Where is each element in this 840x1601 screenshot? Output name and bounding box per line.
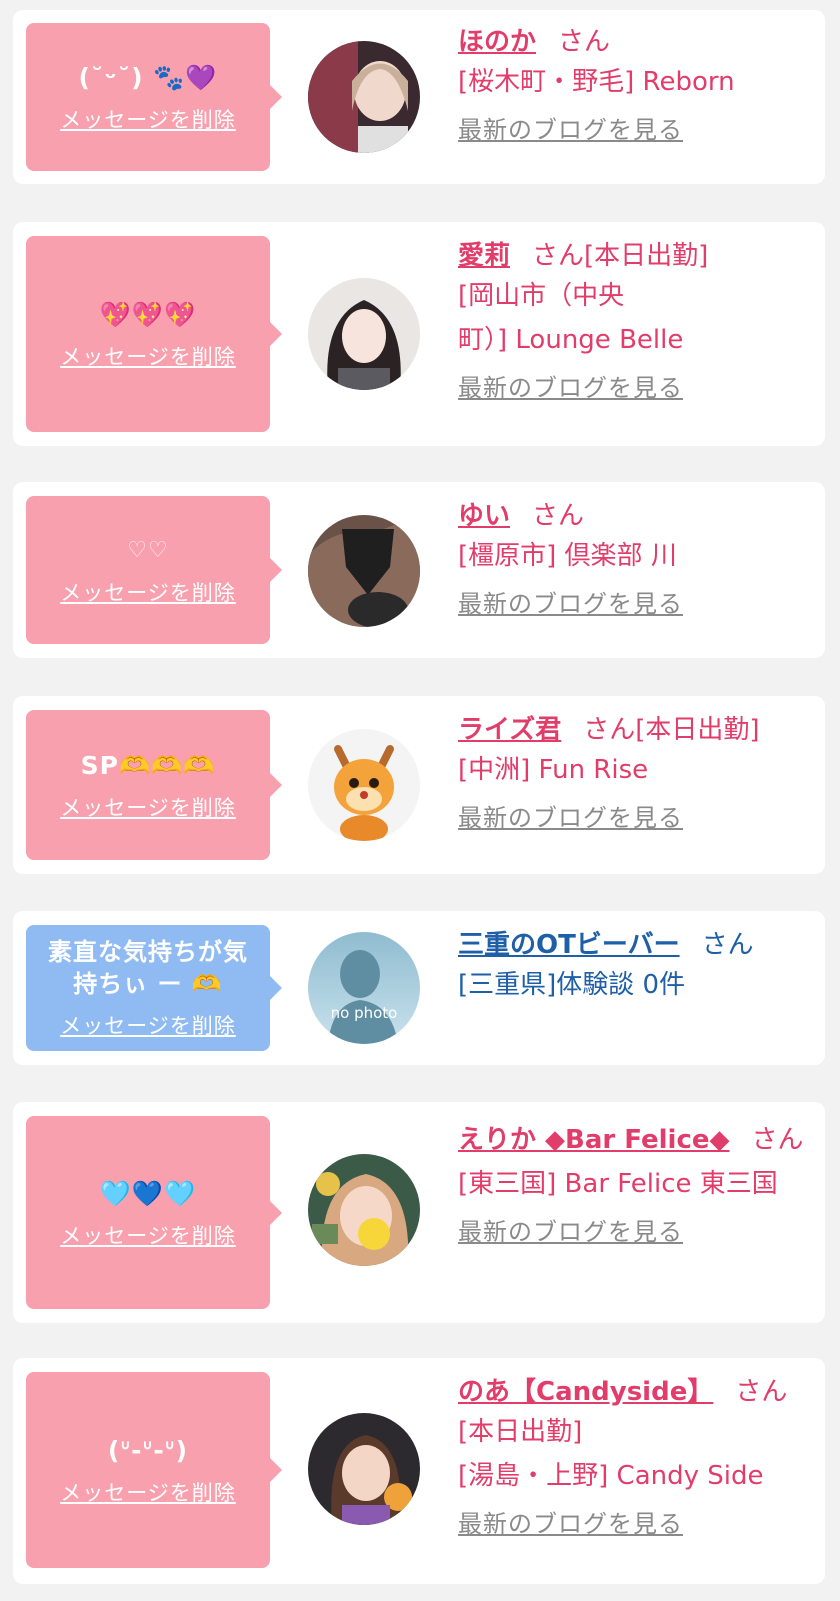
user-name-link[interactable]: 愛莉 bbox=[458, 241, 510, 271]
message-bubble: ♡♡ メッセージを削除 bbox=[26, 496, 282, 644]
list-item: (ᐡ-ᐡ-ᐡ) メッセージを削除 のあ【Candyside】 さん [本日出勤] … bbox=[13, 1358, 825, 1584]
delete-message-link[interactable]: メッセージを削除 bbox=[60, 577, 236, 607]
shop-info: [三重県]体験談 0件 bbox=[458, 970, 686, 1000]
list-item: 💖💖💖 メッセージを削除 愛莉 さん[本日出勤] [岡山市（中央 町）] Loun… bbox=[13, 222, 825, 446]
view-blog-link[interactable]: 最新のブログを見る bbox=[458, 1212, 683, 1252]
message-bubble: (˘ᵕ˘) 🐾💜 メッセージを削除 bbox=[26, 23, 282, 171]
avatar[interactable] bbox=[308, 1154, 420, 1266]
message-text: ♡♡ bbox=[127, 538, 169, 563]
user-info: えりか ◆Bar Felice◆ さん [東三国] Bar Felice 東三国 … bbox=[458, 1118, 813, 1252]
user-name-link[interactable]: えりか ◆Bar Felice◆ bbox=[458, 1125, 730, 1155]
shop-info: [岡山市（中央 町）] Lounge Belle bbox=[458, 281, 684, 355]
list-item: SP🫶🫶🫶 メッセージを削除 ライズ君 さん[本日出勤] [中洲] Fun Ris… bbox=[13, 696, 825, 874]
user-info: のあ【Candyside】 さん [本日出勤] [湯島・上野] Candy Sid… bbox=[458, 1374, 813, 1544]
avatar[interactable] bbox=[308, 278, 420, 390]
delete-message-link[interactable]: メッセージを削除 bbox=[60, 1220, 236, 1250]
delete-message-link[interactable]: メッセージを削除 bbox=[60, 341, 236, 371]
message-text: 💖💖💖 bbox=[99, 300, 197, 329]
user-name-link[interactable]: ほのか bbox=[458, 27, 536, 57]
honorific: さん bbox=[701, 930, 754, 960]
message-list: (˘ᵕ˘) 🐾💜 メッセージを削除 ほのか さん [桜木町・野毛] Reborn … bbox=[0, 0, 840, 1601]
message-text: (ᐡ-ᐡ-ᐡ) bbox=[107, 1436, 189, 1465]
honorific: さん bbox=[583, 715, 636, 745]
avatar[interactable]: no photo bbox=[308, 932, 420, 1044]
list-item: 素直な気持ちが気 持ちぃ ー 🫶 メッセージを削除 no photo 三重のOT… bbox=[13, 911, 825, 1065]
message-text: 🩵💙🩵 bbox=[99, 1178, 197, 1208]
no-photo-label: no photo bbox=[330, 1004, 398, 1022]
status-tag: [本日出勤] bbox=[584, 241, 709, 271]
delete-message-link[interactable]: メッセージを削除 bbox=[60, 1477, 236, 1507]
avatar[interactable] bbox=[308, 41, 420, 153]
view-blog-link[interactable]: 最新のブログを見る bbox=[458, 1504, 683, 1544]
user-info: ほのか さん [桜木町・野毛] Reborn 最新のブログを見る bbox=[458, 24, 813, 150]
user-name-link[interactable]: 三重のOTビーバー bbox=[458, 930, 680, 960]
delete-message-link[interactable]: メッセージを削除 bbox=[60, 792, 236, 822]
view-blog-link[interactable]: 最新のブログを見る bbox=[458, 110, 683, 150]
view-blog-link[interactable]: 最新のブログを見る bbox=[458, 368, 683, 408]
message-text: 素直な気持ちが気 持ちぃ ー 🫶 bbox=[48, 938, 248, 998]
avatar[interactable] bbox=[308, 729, 420, 841]
message-bubble: (ᐡ-ᐡ-ᐡ) メッセージを削除 bbox=[26, 1372, 282, 1568]
honorific: さん bbox=[532, 501, 585, 531]
message-bubble: 素直な気持ちが気 持ちぃ ー 🫶 メッセージを削除 bbox=[26, 925, 282, 1051]
message-bubble: SP🫶🫶🫶 メッセージを削除 bbox=[26, 710, 282, 860]
user-name-link[interactable]: のあ【Candyside】 bbox=[458, 1377, 713, 1407]
status-tag: [本日出勤] bbox=[458, 1417, 583, 1447]
user-info: 三重のOTビーバー さん [三重県]体験談 0件 bbox=[458, 927, 813, 1007]
user-name-link[interactable]: ゆい bbox=[458, 501, 510, 531]
message-bubble: 🩵💙🩵 メッセージを削除 bbox=[26, 1116, 282, 1309]
honorific: さん bbox=[735, 1377, 788, 1407]
shop-info: [中洲] Fun Rise bbox=[458, 755, 649, 785]
view-blog-link[interactable]: 最新のブログを見る bbox=[458, 584, 683, 624]
avatar[interactable] bbox=[308, 515, 420, 627]
view-blog-link[interactable]: 最新のブログを見る bbox=[458, 798, 683, 838]
list-item: (˘ᵕ˘) 🐾💜 メッセージを削除 ほのか さん [桜木町・野毛] Reborn … bbox=[13, 10, 825, 184]
delete-message-link[interactable]: メッセージを削除 bbox=[60, 104, 236, 134]
message-text: SP🫶🫶🫶 bbox=[80, 751, 216, 780]
shop-info: [桜木町・野毛] Reborn bbox=[458, 67, 735, 97]
honorific: さん bbox=[751, 1125, 804, 1155]
message-text: (˘ᵕ˘) 🐾💜 bbox=[78, 63, 218, 92]
user-info: ゆい さん [橿原市] 倶楽部 川 最新のブログを見る bbox=[458, 498, 813, 624]
user-info: ライズ君 さん[本日出勤] [中洲] Fun Rise 最新のブログを見る bbox=[458, 712, 813, 838]
list-item: ♡♡ メッセージを削除 ゆい さん [橿原市] 倶楽部 川 最新のブログを見る bbox=[13, 482, 825, 658]
user-info: 愛莉 さん[本日出勤] [岡山市（中央 町）] Lounge Belle 最新のブ… bbox=[458, 238, 813, 408]
honorific: さん bbox=[532, 241, 585, 271]
honorific: さん bbox=[558, 27, 611, 57]
avatar[interactable] bbox=[308, 1413, 420, 1525]
shop-info: [橿原市] 倶楽部 川 bbox=[458, 541, 677, 571]
delete-message-link[interactable]: メッセージを削除 bbox=[60, 1010, 236, 1040]
status-tag: [本日出勤] bbox=[635, 715, 760, 745]
user-name-link[interactable]: ライズ君 bbox=[458, 715, 561, 745]
message-bubble: 💖💖💖 メッセージを削除 bbox=[26, 236, 282, 432]
shop-info: [東三国] Bar Felice 東三国 bbox=[458, 1169, 778, 1199]
list-item: 🩵💙🩵 メッセージを削除 えりか ◆Bar Felice◆ さん [東三国] Ba… bbox=[13, 1102, 825, 1323]
shop-info: [湯島・上野] Candy Side bbox=[458, 1461, 764, 1491]
